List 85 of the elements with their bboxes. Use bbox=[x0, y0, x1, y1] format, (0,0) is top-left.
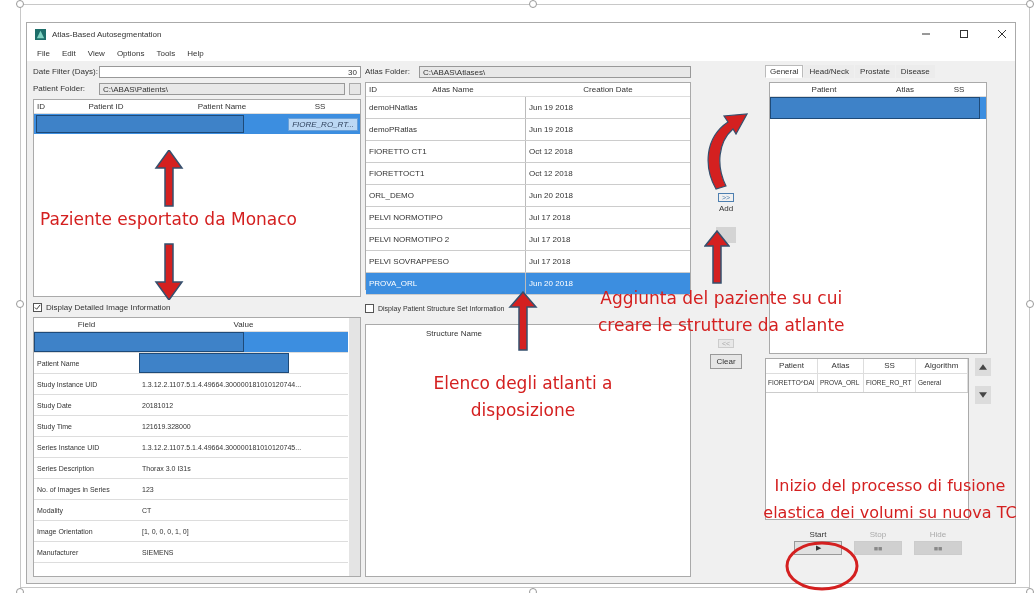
up-icon bbox=[979, 363, 987, 371]
resize-handle[interactable] bbox=[1026, 300, 1034, 308]
column-header[interactable]: Atlas bbox=[878, 83, 932, 96]
window-title: Atlas-Based Autosegmentation bbox=[52, 29, 162, 39]
menu-item[interactable]: Options bbox=[116, 48, 145, 58]
table-cell-text: Oct 12 2018 bbox=[528, 147, 574, 156]
clear-button[interactable]: Clear bbox=[710, 354, 742, 369]
column-header[interactable]: SS bbox=[864, 359, 916, 373]
field-label: Atlas Folder: bbox=[365, 67, 411, 76]
up-arrow bbox=[508, 291, 538, 351]
control-label: Start bbox=[809, 530, 827, 539]
column-header[interactable]: Structure Name bbox=[426, 329, 483, 338]
table-cell: PELVI NORMOTIPO bbox=[366, 207, 526, 228]
menu-item[interactable]: File bbox=[37, 48, 50, 58]
annotation-text: Elenco degli atlanti a disposizione bbox=[432, 372, 614, 422]
table-cell: FIORETTO CT1 bbox=[366, 141, 526, 162]
checkbox-label: Display Detailed Image Information bbox=[46, 302, 171, 312]
column-header[interactable]: Patient ID bbox=[48, 100, 164, 113]
structure-set-dropdown[interactable]: FIORE_RO_RT... bbox=[288, 117, 358, 131]
table-cell-text: Jun 20 2018 bbox=[528, 191, 575, 200]
table-cell: demoHNatlas bbox=[366, 97, 526, 118]
close-icon[interactable] bbox=[997, 29, 1007, 39]
table-cell: ORL_DEMO bbox=[366, 185, 526, 206]
menu-item[interactable]: View bbox=[87, 48, 105, 58]
maximize-icon[interactable] bbox=[959, 29, 969, 39]
table-cell: PELVI SOVRAPPESO bbox=[366, 251, 526, 272]
column-header[interactable]: Creation Date bbox=[526, 83, 690, 96]
annotation-text: Paziente esportato da Monaco bbox=[40, 208, 297, 231]
up-arrow bbox=[704, 230, 730, 284]
move-down-button[interactable] bbox=[975, 386, 991, 404]
table-cell-text: Jun 19 2018 bbox=[528, 125, 575, 134]
down-icon bbox=[979, 391, 987, 399]
column-header[interactable]: Patient bbox=[766, 359, 818, 373]
atlas-row[interactable]: ORL_DEMO Jun 20 2018 bbox=[366, 185, 690, 207]
table-cell-text: Jul 17 2018 bbox=[528, 213, 572, 222]
column-header[interactable]: Patient bbox=[770, 83, 878, 96]
checkbox[interactable] bbox=[33, 302, 42, 312]
patient-row[interactable]: FIORE_RO_RT... bbox=[34, 114, 360, 134]
table-cell-text: Jun 19 2018 bbox=[528, 103, 575, 112]
column-header[interactable]: SS bbox=[280, 100, 360, 113]
atlas-row[interactable]: demoPRatlas Jun 19 2018 bbox=[366, 119, 690, 141]
table-cell-text: Jul 17 2018 bbox=[528, 235, 572, 244]
column-header[interactable]: Field bbox=[34, 318, 139, 331]
resize-handle[interactable] bbox=[1026, 0, 1034, 8]
tab[interactable]: Disease bbox=[895, 65, 935, 78]
table-cell-text: Jun 20 2018 bbox=[528, 279, 575, 288]
column-header[interactable]: Patient Name bbox=[164, 100, 280, 113]
patient-folder-dropdown[interactable]: C:\ABAS\Patients\ bbox=[99, 82, 345, 95]
browse-button[interactable] bbox=[349, 82, 361, 95]
field-label: Patient Folder: bbox=[33, 84, 87, 93]
tab[interactable]: General bbox=[765, 65, 804, 78]
control-label: Hide bbox=[929, 530, 947, 539]
resize-handle[interactable] bbox=[529, 0, 537, 8]
column-header[interactable]: ID bbox=[34, 100, 48, 113]
table-cell: demoPRatlas bbox=[366, 119, 526, 140]
atlas-row[interactable]: PELVI NORMOTIPO Jul 17 2018 bbox=[366, 207, 690, 229]
atlas-row[interactable]: FIORETTO CT1 Oct 12 2018 bbox=[366, 141, 690, 163]
resize-handle[interactable] bbox=[16, 300, 24, 308]
move-up-button[interactable] bbox=[975, 358, 991, 376]
column-header[interactable]: Atlas bbox=[818, 359, 864, 373]
date-filter-field[interactable]: 30 bbox=[99, 65, 361, 78]
atlas-row[interactable]: FIORETTOCT1 Oct 12 2018 bbox=[366, 163, 690, 185]
info-row[interactable] bbox=[34, 332, 348, 353]
atlas-row[interactable]: demoHNatlas Jun 19 2018 bbox=[366, 97, 690, 119]
resize-handle[interactable] bbox=[16, 0, 24, 8]
tab[interactable]: Head/Neck bbox=[804, 65, 855, 78]
column-header[interactable]: ID bbox=[366, 83, 380, 96]
column-header[interactable]: Algorithm bbox=[916, 359, 968, 373]
scrollbar[interactable] bbox=[349, 318, 360, 576]
menu-item[interactable]: Tools bbox=[156, 48, 176, 58]
annotation-text: Inizio del processo di fusione elastica dei volumi su nuova TC bbox=[762, 475, 1018, 524]
table-cell: FIORETTOCT1 bbox=[366, 163, 526, 184]
table-cell-text: Jul 17 2018 bbox=[528, 257, 572, 266]
menu-item[interactable]: Help bbox=[187, 48, 204, 58]
column-header[interactable]: Atlas Name bbox=[380, 83, 526, 96]
menu-item[interactable]: Edit bbox=[61, 48, 76, 58]
table-cell-text: Oct 12 2018 bbox=[528, 169, 574, 178]
tab[interactable]: Prostate bbox=[855, 65, 895, 78]
table-cell: PELVI NORMOTIPO 2 bbox=[366, 229, 526, 250]
column-header[interactable]: Value bbox=[139, 318, 348, 331]
column-header[interactable]: SS bbox=[932, 83, 986, 96]
atlas-folder-dropdown[interactable]: C:\ABAS\Atlases\ bbox=[419, 65, 691, 78]
atlas-row[interactable]: PELVI NORMOTIPO 2 Jul 17 2018 bbox=[366, 229, 690, 251]
app-icon bbox=[35, 28, 46, 40]
checkbox[interactable] bbox=[365, 303, 374, 313]
